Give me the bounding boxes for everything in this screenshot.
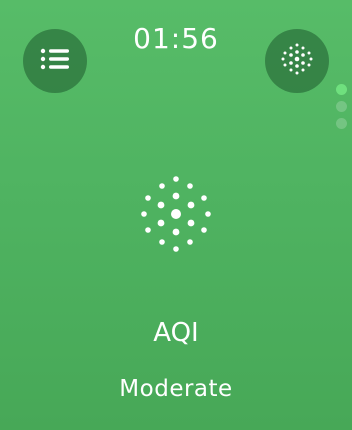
list-button[interactable]: [23, 29, 87, 93]
metric-title: AQI: [153, 318, 199, 348]
metric-status: Moderate: [119, 376, 233, 402]
sensor-button[interactable]: [265, 29, 329, 93]
watch-screen: 01:56 AQI Moderate: [0, 0, 352, 430]
page-dot-3: [336, 118, 347, 129]
sensor-dots-icon: [280, 42, 314, 80]
page-indicator: [336, 84, 348, 135]
page-dot-2: [336, 101, 347, 112]
page-dot-1: [336, 84, 347, 95]
air-quality-icon: [136, 174, 216, 254]
list-icon: [40, 47, 70, 75]
